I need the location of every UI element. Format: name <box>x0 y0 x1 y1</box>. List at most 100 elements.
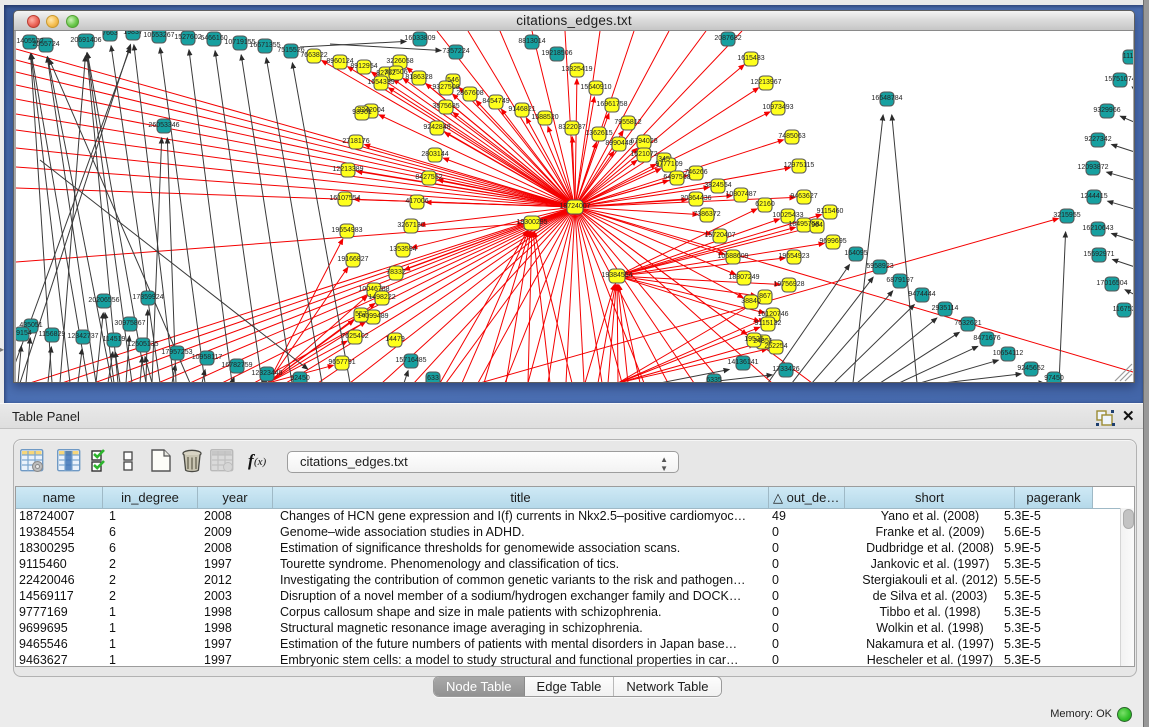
svg-text:10654112: 10654112 <box>993 350 1024 357</box>
svg-text:2803144: 2803144 <box>421 151 448 158</box>
svg-text:97450: 97450 <box>1044 375 1064 382</box>
svg-text:557: 557 <box>355 311 367 318</box>
svg-text:252254: 252254 <box>764 343 787 350</box>
svg-text:8322037: 8322037 <box>558 124 585 131</box>
svg-text:13325419: 13325419 <box>561 66 592 73</box>
svg-text:5958923: 5958923 <box>866 263 893 270</box>
svg-text:9474444: 9474444 <box>908 291 935 298</box>
svg-text:16210643: 16210643 <box>1082 225 1113 232</box>
svg-text:9329966: 9329966 <box>1093 107 1120 114</box>
svg-text:9657791: 9657791 <box>328 359 355 366</box>
svg-text:16107554: 16107554 <box>329 195 360 202</box>
svg-text:19756928: 19756928 <box>773 281 804 288</box>
svg-text:10025433: 10025433 <box>772 212 803 219</box>
svg-text:20206556: 20206556 <box>88 297 119 304</box>
svg-text:6335: 6335 <box>706 377 722 382</box>
svg-text:12213389: 12213389 <box>332 166 363 173</box>
svg-text:30975867: 30975867 <box>114 320 145 327</box>
svg-text:3824554: 3824554 <box>704 182 731 189</box>
svg-text:8427552: 8427552 <box>415 174 442 181</box>
svg-text:9242848: 9242848 <box>423 124 450 131</box>
svg-text:10973493: 10973493 <box>762 104 793 111</box>
svg-text:7357224: 7357224 <box>442 48 469 55</box>
svg-text:7663: 7663 <box>102 31 118 37</box>
svg-text:18300295: 18300295 <box>516 219 547 226</box>
svg-text:116753: 116753 <box>1113 306 1133 313</box>
svg-text:16671355: 16671355 <box>249 42 280 49</box>
svg-text:14479: 14479 <box>385 336 405 343</box>
svg-text:9463627: 9463627 <box>790 193 817 200</box>
svg-text:3226058: 3226058 <box>386 58 413 65</box>
svg-text:19166827: 19166827 <box>337 256 368 263</box>
svg-text:19218506: 19218506 <box>541 50 572 57</box>
svg-text:15716485: 15716485 <box>395 357 426 364</box>
svg-text:9777109: 9777109 <box>655 161 682 168</box>
svg-text:2935114: 2935114 <box>932 305 959 312</box>
svg-text:19384554: 19384554 <box>601 272 632 279</box>
svg-text:164095: 164095 <box>844 250 867 257</box>
svg-text:867: 867 <box>759 293 771 300</box>
svg-text:8813014: 8813014 <box>518 38 545 45</box>
svg-text:7625402: 7625402 <box>341 333 368 340</box>
svg-text:19654983: 19654983 <box>331 227 362 234</box>
svg-text:1733426: 1733426 <box>772 366 799 373</box>
svg-text:38840: 38840 <box>741 298 761 305</box>
svg-text:2087682: 2087682 <box>714 35 741 42</box>
svg-text:1621072: 1621072 <box>630 151 657 158</box>
svg-text:1117: 1117 <box>1123 53 1133 60</box>
svg-text:78332: 78332 <box>386 269 406 276</box>
svg-text:964: 964 <box>811 222 823 229</box>
svg-text:8454749: 8454749 <box>482 98 509 105</box>
svg-text:746266: 746266 <box>684 169 707 176</box>
svg-text:15720407: 15720407 <box>704 232 735 239</box>
svg-text:9115460: 9115460 <box>817 208 844 215</box>
svg-text:9699695: 9699695 <box>819 238 846 245</box>
svg-text:3267130: 3267130 <box>397 222 424 229</box>
svg-text:18807249: 18807249 <box>728 274 759 281</box>
svg-text:62160: 62160 <box>755 201 775 208</box>
svg-text:1244415: 1244415 <box>1080 193 1107 200</box>
svg-text:20364436: 20364436 <box>680 195 711 202</box>
svg-text:16120746: 16120746 <box>757 311 788 318</box>
svg-text:8990448: 8990448 <box>605 140 632 147</box>
svg-text:26053346: 26053346 <box>148 122 179 129</box>
svg-text:8912954: 8912954 <box>350 63 377 70</box>
svg-text:15640910: 15640910 <box>580 84 611 91</box>
svg-text:92450: 92450 <box>290 375 310 382</box>
svg-text:12975115: 12975115 <box>784 162 815 169</box>
svg-text:15751074: 15751074 <box>1104 76 1133 83</box>
svg-text:417006: 417006 <box>405 198 428 205</box>
svg-text:10958117: 10958117 <box>192 354 223 361</box>
svg-text:19837: 19837 <box>123 31 143 36</box>
svg-text:6879197: 6879197 <box>886 277 913 284</box>
svg-text:8471676: 8471676 <box>973 335 1000 342</box>
svg-text:17957253: 17957253 <box>161 349 192 356</box>
svg-text:12323448: 12323448 <box>251 370 282 377</box>
svg-text:3875685: 3875685 <box>432 103 459 110</box>
svg-text:7632621: 7632621 <box>954 320 981 327</box>
svg-text:9146821: 9146821 <box>508 106 535 113</box>
svg-text:18724007: 18724007 <box>559 203 590 210</box>
svg-text:1362615: 1362615 <box>585 130 612 137</box>
svg-text:7663822: 7663822 <box>300 52 327 59</box>
svg-text:10807487: 10807487 <box>725 191 756 198</box>
svg-text:2055724: 2055724 <box>32 41 59 48</box>
svg-text:(x): (x) <box>254 456 267 468</box>
svg-text:19525: 19525 <box>744 336 764 343</box>
svg-text:16782759: 16782759 <box>221 362 252 369</box>
svg-text:9227342: 9227342 <box>1084 136 1111 143</box>
svg-text:14136141: 14136141 <box>727 359 758 366</box>
svg-text:10046788: 10046788 <box>358 286 389 293</box>
svg-text:7386372: 7386372 <box>693 211 720 218</box>
svg-text:1654339: 1654339 <box>367 79 394 86</box>
svg-text:1527602: 1527602 <box>174 34 201 41</box>
svg-text:327506: 327506 <box>384 69 407 76</box>
svg-text:12505135: 12505135 <box>127 341 158 348</box>
svg-text:546: 546 <box>447 77 459 84</box>
svg-text:20691406: 20691406 <box>70 37 101 44</box>
svg-text:16961758: 16961758 <box>596 101 627 108</box>
svg-text:3215955: 3215955 <box>1053 212 1080 219</box>
svg-text:1353594: 1353594 <box>389 246 416 253</box>
svg-text:16648784: 16648784 <box>871 95 902 102</box>
svg-text:6794028: 6794028 <box>630 138 657 145</box>
